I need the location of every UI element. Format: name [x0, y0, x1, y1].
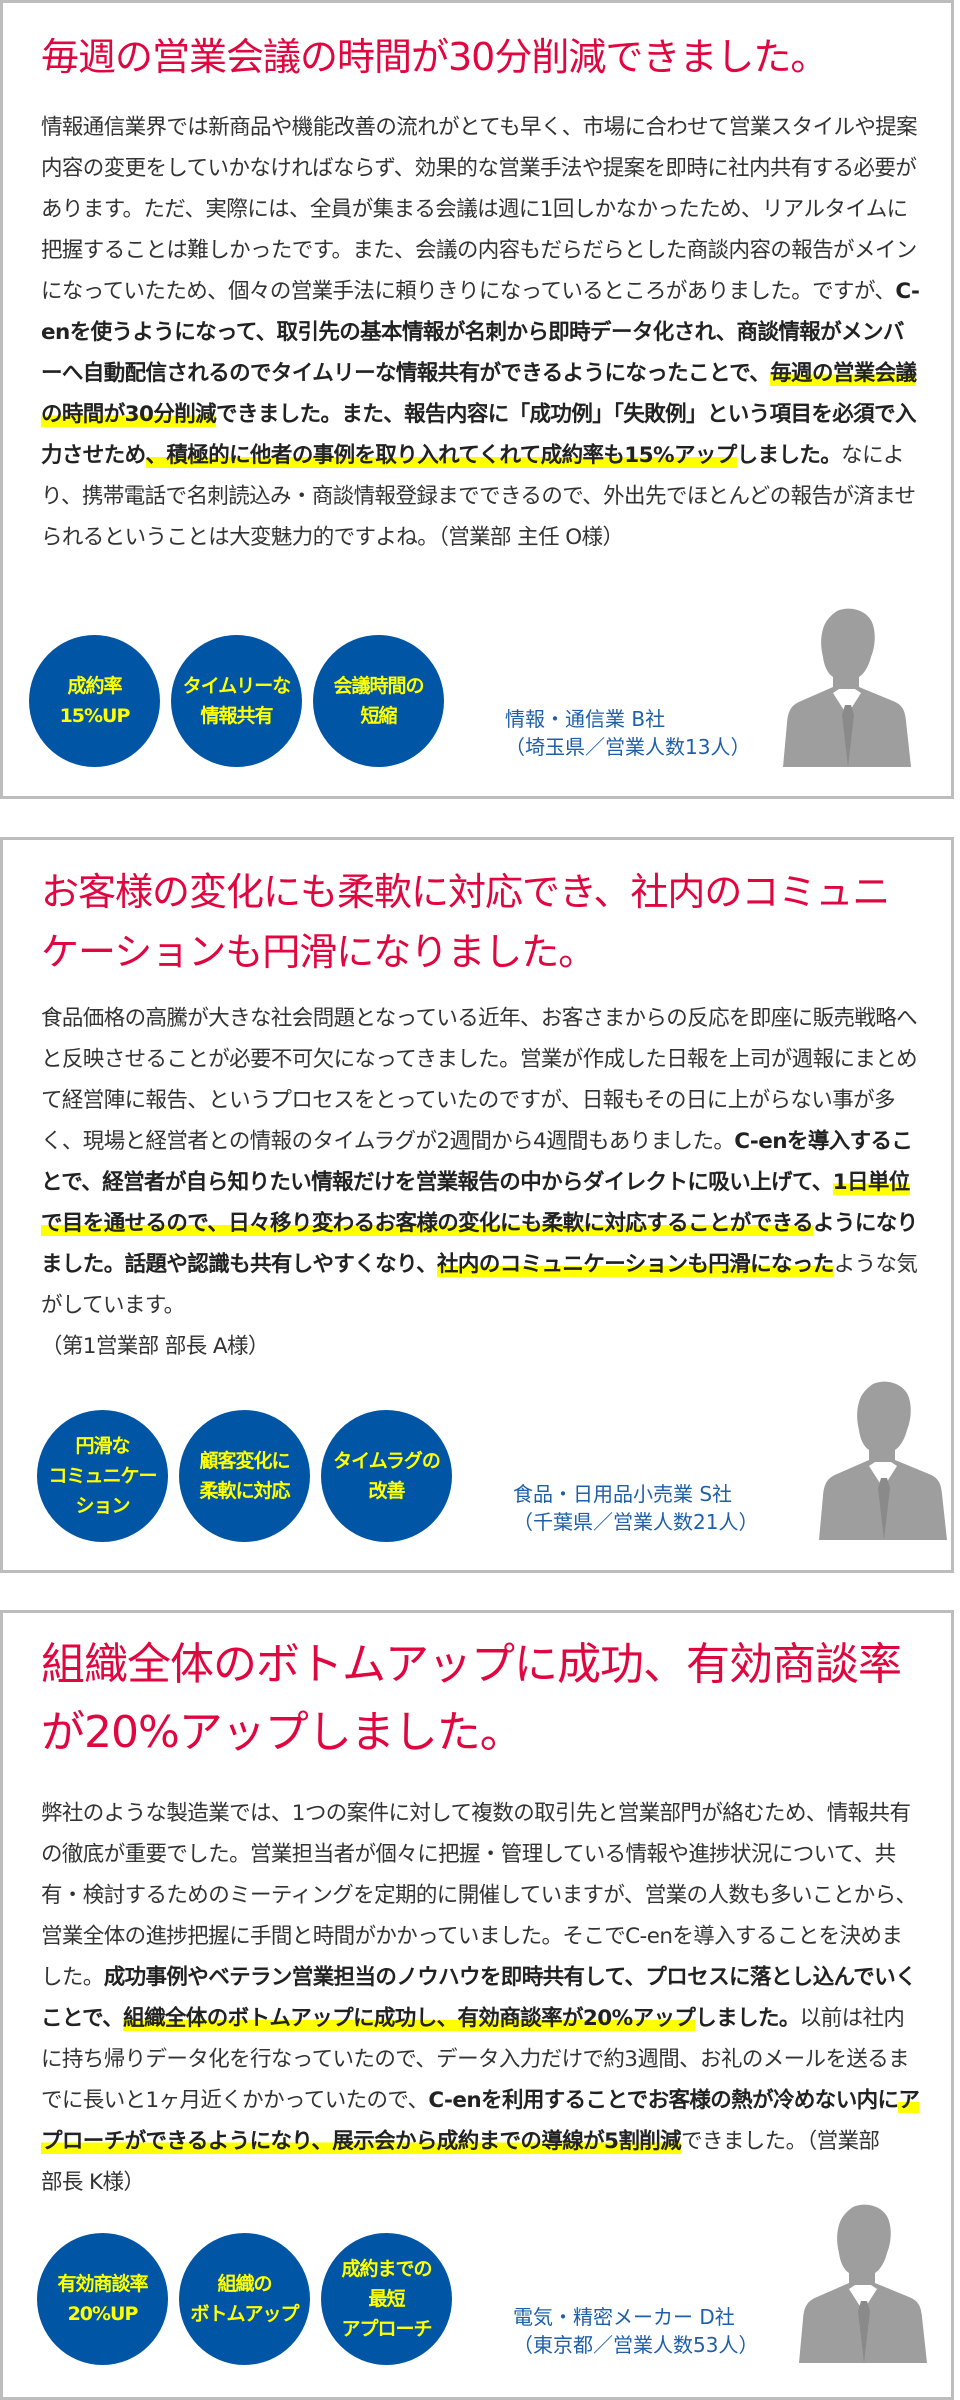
badge-label-line: 短縮	[360, 705, 397, 727]
result-badge: 顧客変化に柔軟に対応	[179, 1410, 310, 1542]
card-body: 弊社のような製造業では、1つの案件に対して複数の取引先と営業部門が絡むため、情報…	[41, 1793, 921, 2203]
badge-label-line: コミュニケー	[48, 1465, 157, 1487]
badge-label-line: 会議時間の	[333, 675, 424, 697]
card-body: 情報通信業界では新商品や機能改善の流れがとても早く、市場に合わせて営業スタイルや…	[41, 107, 921, 558]
company-line: 情報・通信業 B社	[505, 707, 666, 731]
highlighted-text: 組織全体のボトムアップに成功し、有効商談率が20%アップ	[123, 2006, 696, 2031]
badge-label-line: ション	[75, 1495, 130, 1517]
badge-label-line: 組織の	[217, 2273, 272, 2295]
card-body: 食品価格の高騰が大きな社会問題となっている近年、お客さまからの反応を即座に販売戦…	[41, 998, 921, 1367]
badge-label-line: 柔軟に対応	[199, 1480, 290, 1502]
body-text: 情報通信業界では新商品や機能改善の流れがとても早く、市場に合わせて営業スタイルや…	[41, 115, 918, 304]
badge-label-line: 有効商談率	[57, 2273, 148, 2295]
badge-label-line: 情報共有	[200, 705, 273, 727]
badge-group: 成約率 15%UP タイムリーな 情報共有 会議時間の 短縮	[29, 635, 444, 767]
testimonial-card: 組織全体のボトムアップに成功、有効商談率が20%アップしました。弊社のような製造…	[0, 1610, 954, 2400]
bold-text: しました。	[695, 2006, 800, 2031]
badge-label-line: 改善	[368, 1480, 405, 1502]
company-line: （千葉県／営業人数21人）	[513, 1510, 759, 1534]
badge-group: 有効商談率 20%UP 組織の ボトムアップ 成約までの 最短 アプローチ	[37, 2233, 452, 2365]
result-badge: 円滑なコミュニケー ション	[37, 1410, 168, 1542]
result-badge: 成約までの最短アプローチ	[321, 2233, 452, 2365]
company-info: 情報・通信業 B社 （埼玉県／営業人数13人）	[505, 705, 750, 761]
result-badge: タイムラグの 改善	[321, 1410, 452, 1542]
businessman-silhouette-icon	[779, 607, 919, 767]
badge-label-line: 最短	[368, 2288, 405, 2310]
badge-label-line: 20%UP	[67, 2303, 139, 2325]
card-title: お客様の変化にも柔軟に対応でき、社内のコミュニケーションも円滑になりました。	[41, 870, 890, 974]
card-title: 毎週の営業会議の時間が30分削減できました。	[41, 35, 828, 79]
company-line: 電気・精密メーカー D社	[513, 2305, 735, 2329]
badge-label-line: 成約率	[67, 675, 122, 697]
company-info: 食品・日用品小売業 S社 （千葉県／営業人数21人）	[513, 1480, 758, 1536]
company-info: 電気・精密メーカー D社 （東京都／営業人数53人）	[513, 2303, 758, 2359]
businessman-silhouette-icon	[795, 2203, 935, 2363]
highlighted-text: 社内のコミュニケーションも円滑になった	[437, 1252, 834, 1277]
bold-text: しました。	[736, 443, 842, 468]
testimonial-card: 毎週の営業会議の時間が30分削減できました。情報通信業界では新商品や機能改善の流…	[0, 0, 954, 799]
badge-label-line: 顧客変化に	[199, 1450, 290, 1472]
attribution: （第1営業部 部長 A様）	[41, 1334, 269, 1359]
bold-text: C-enを利用することでお客様の熱が冷めない内に	[428, 2088, 899, 2113]
businessman-silhouette-icon	[815, 1380, 955, 1540]
result-badge: タイムリーな 情報共有	[171, 635, 302, 767]
result-badge: 組織の ボトムアップ	[179, 2233, 310, 2365]
company-line: （東京都／営業人数53人）	[513, 2333, 759, 2357]
badge-label-line: 円滑な	[75, 1435, 130, 1457]
company-line: （埼玉県／営業人数13人）	[505, 735, 751, 759]
badge-label-line: アプローチ	[341, 2318, 432, 2340]
testimonial-card: お客様の変化にも柔軟に対応でき、社内のコミュニケーションも円滑になりました。食品…	[0, 837, 954, 1573]
badge-label-line: タイムリーな	[182, 675, 292, 697]
result-badge: 会議時間の 短縮	[313, 635, 444, 767]
result-badge: 有効商談率 20%UP	[37, 2233, 168, 2365]
badge-label-line: タイムラグの	[333, 1450, 441, 1472]
badge-label-line: 成約までの	[341, 2258, 432, 2280]
company-line: 食品・日用品小売業 S社	[513, 1482, 733, 1506]
badge-label-line: 15%UP	[59, 705, 131, 727]
body-text: 弊社のような製造業では、1つの案件に対して複数の取引先と営業部門が絡むため、情報…	[41, 1801, 917, 1990]
badge-group: 円滑な コミュニケー ション 顧客変化に 柔軟に対応 タイムラグの 改善	[37, 1410, 452, 1542]
card-title: 組織全体のボトムアップに成功、有効商談率が20%アップしました。	[41, 1639, 902, 1758]
badge-label-line: ボトムアップ	[190, 2303, 299, 2325]
result-badge: 成約率 15%UP	[29, 635, 160, 767]
highlighted-text: 、積極的に他者の事例を取り入れてくれて成約率も15%アップ	[145, 443, 737, 468]
